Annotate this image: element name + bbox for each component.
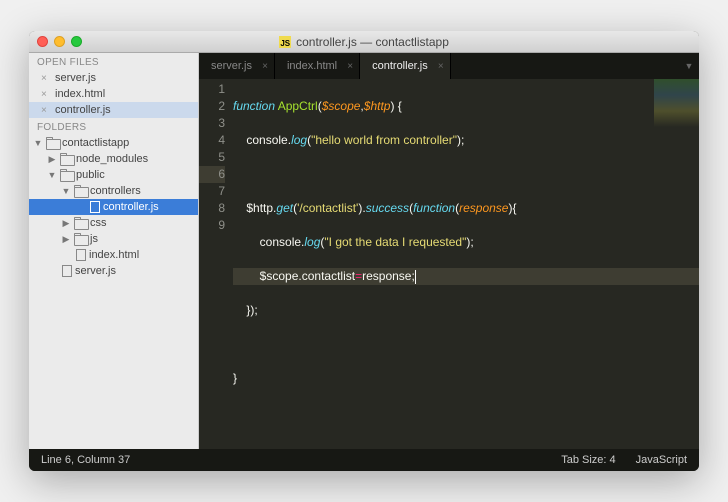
line-number: 9 (199, 217, 225, 234)
folder-label: node_modules (76, 153, 148, 165)
chevron-down-icon[interactable]: ▼ (47, 170, 57, 180)
main-area: OPEN FILES × server.js × index.html × co… (29, 53, 699, 449)
chevron-down-icon[interactable]: ▼ (33, 138, 43, 148)
tab-label: index.html (287, 60, 337, 72)
syntax-mode[interactable]: JavaScript (636, 454, 687, 466)
js-file-icon: JS (279, 36, 291, 48)
tab-label: controller.js (372, 60, 428, 72)
close-icon[interactable]: × (41, 105, 51, 116)
line-number: 8 (199, 200, 225, 217)
close-icon[interactable]: × (41, 73, 51, 84)
tab-controller[interactable]: controller.js × (360, 53, 451, 79)
folder-icon (46, 138, 59, 148)
code-text[interactable]: function AppCtrl($scope,$http) { console… (233, 81, 699, 449)
folder-item[interactable]: ▶ node_modules (29, 151, 198, 167)
folder-icon (60, 154, 73, 164)
file-item[interactable]: index.html (29, 247, 198, 263)
status-bar: Line 6, Column 37 Tab Size: 4 JavaScript (29, 449, 699, 471)
chevron-right-icon[interactable]: ▶ (47, 154, 57, 165)
folder-label: public (76, 169, 105, 181)
close-icon[interactable] (37, 36, 48, 47)
close-icon[interactable]: × (347, 61, 353, 72)
folder-item[interactable]: ▶ js (29, 231, 198, 247)
maximize-icon[interactable] (71, 36, 82, 47)
tab-size[interactable]: Tab Size: 4 (561, 454, 615, 466)
folder-root[interactable]: ▼ contactlistapp (29, 135, 198, 151)
folder-icon (74, 234, 87, 244)
folder-item[interactable]: ▼ public (29, 167, 198, 183)
tabs-overflow-icon[interactable]: ▼ (679, 53, 699, 79)
titlebar: JS controller.js — contactlistapp (29, 31, 699, 53)
line-number: 6 (199, 166, 225, 183)
tab-label: server.js (211, 60, 252, 72)
chevron-down-icon[interactable]: ▼ (61, 186, 71, 196)
file-item[interactable]: server.js (29, 263, 198, 279)
text-caret (415, 270, 416, 284)
tab-bar: server.js × index.html × controller.js ×… (199, 53, 699, 79)
file-icon (62, 265, 72, 277)
folder-label: js (90, 233, 98, 245)
editor-window: JS controller.js — contactlistapp OPEN F… (29, 31, 699, 471)
line-number: 3 (199, 115, 225, 132)
folder-label: css (90, 217, 107, 229)
file-icon (90, 201, 100, 213)
line-number: 2 (199, 98, 225, 115)
openfile-item[interactable]: × index.html (29, 86, 198, 102)
openfile-label: controller.js (55, 104, 111, 116)
close-icon[interactable]: × (262, 61, 268, 72)
file-label: controller.js (103, 201, 159, 213)
file-label: index.html (89, 249, 139, 261)
folder-icon (60, 170, 73, 180)
line-number: 4 (199, 132, 225, 149)
line-number: 1 (199, 81, 225, 98)
tab-index[interactable]: index.html × (275, 53, 360, 79)
file-icon (76, 249, 86, 261)
cursor-position[interactable]: Line 6, Column 37 (41, 454, 130, 466)
sidebar: OPEN FILES × server.js × index.html × co… (29, 53, 199, 449)
line-number: 5 (199, 149, 225, 166)
file-label: server.js (75, 265, 116, 277)
line-number: 7 (199, 183, 225, 200)
code-area[interactable]: 1 2 3 4 5 6 7 8 9 function AppCtrl($scop… (199, 79, 699, 449)
folder-icon (74, 218, 87, 228)
openfile-item[interactable]: × controller.js (29, 102, 198, 118)
folder-item[interactable]: ▶ css (29, 215, 198, 231)
line-numbers: 1 2 3 4 5 6 7 8 9 (199, 81, 233, 449)
openfile-label: server.js (55, 72, 96, 84)
window-title-text: controller.js — contactlistapp (296, 35, 449, 49)
close-icon[interactable]: × (41, 89, 51, 100)
openfiles-header: OPEN FILES (29, 53, 198, 70)
folders-header: FOLDERS (29, 118, 198, 135)
folder-item[interactable]: ▼ controllers (29, 183, 198, 199)
close-icon[interactable]: × (438, 61, 444, 72)
chevron-right-icon[interactable]: ▶ (61, 218, 71, 229)
file-item[interactable]: controller.js (29, 199, 198, 215)
folder-icon (74, 186, 87, 196)
chevron-right-icon[interactable]: ▶ (61, 234, 71, 245)
editor-pane: server.js × index.html × controller.js ×… (199, 53, 699, 449)
folder-label: controllers (90, 185, 141, 197)
openfile-item[interactable]: × server.js (29, 70, 198, 86)
window-title: JS controller.js — contactlistapp (29, 35, 699, 49)
openfile-label: index.html (55, 88, 105, 100)
minimize-icon[interactable] (54, 36, 65, 47)
traffic-lights (37, 36, 82, 47)
tab-server[interactable]: server.js × (199, 53, 275, 79)
folder-label: contactlistapp (62, 137, 129, 149)
